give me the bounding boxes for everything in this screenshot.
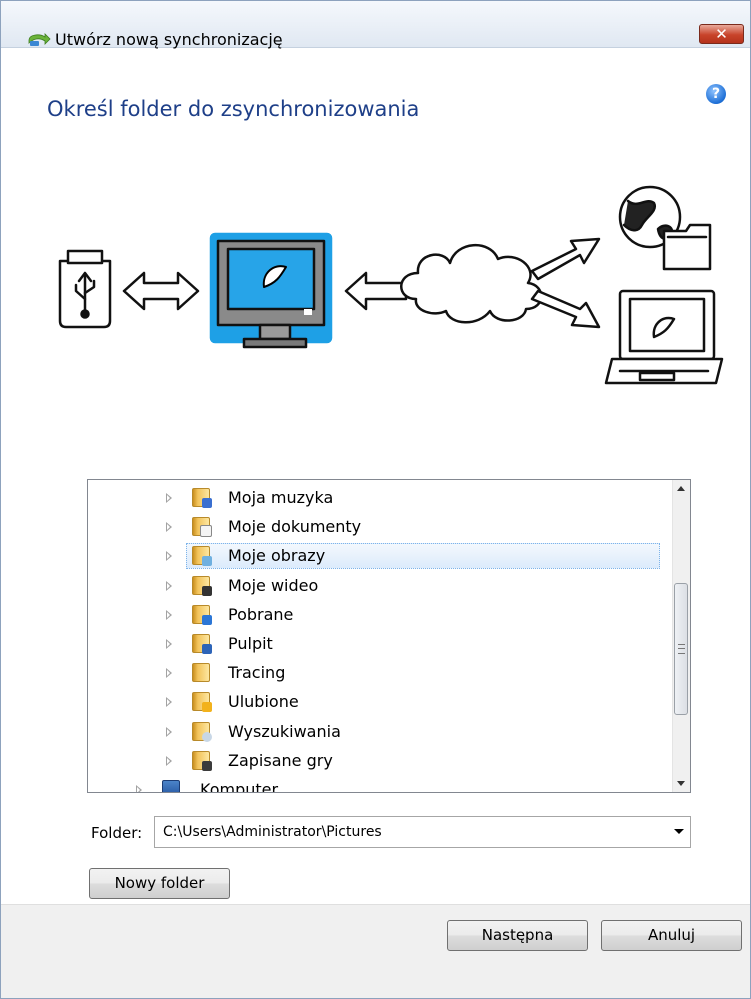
tree-item-label: Tracing bbox=[228, 663, 286, 683]
expand-arrow-icon[interactable] bbox=[166, 522, 172, 533]
laptop-icon bbox=[604, 289, 724, 385]
scroll-down-arrow-icon[interactable] bbox=[673, 775, 690, 792]
computer-icon bbox=[209, 232, 333, 349]
next-button[interactable]: Następna bbox=[447, 920, 588, 951]
tree-item-moje-dokumenty[interactable]: Moje dokumenty bbox=[88, 513, 668, 542]
expand-arrow-icon[interactable] bbox=[166, 580, 172, 591]
sync-illustration bbox=[58, 185, 724, 385]
close-button[interactable]: ✕ bbox=[699, 24, 744, 44]
window-title: Utwórz nową synchronizację bbox=[55, 30, 283, 49]
sync-app-icon bbox=[28, 33, 51, 46]
help-icon[interactable]: ? bbox=[706, 84, 726, 104]
expand-arrow-icon[interactable] bbox=[166, 726, 172, 737]
computer-icon bbox=[162, 779, 180, 792]
tree-item-moje-wideo[interactable]: Moje wideo bbox=[88, 572, 668, 601]
expand-arrow-icon[interactable] bbox=[136, 784, 142, 792]
folder-path-value: C:\Users\Administrator\Pictures bbox=[163, 824, 382, 840]
close-icon: ✕ bbox=[715, 25, 728, 43]
tree-item-zapisane-gry[interactable]: Zapisane gry bbox=[88, 747, 668, 776]
downloads-folder-icon bbox=[192, 604, 212, 625]
folder-icon bbox=[662, 223, 712, 271]
favorites-folder-icon bbox=[192, 692, 212, 713]
double-arrow-icon bbox=[122, 271, 200, 311]
tree-item-label: Ulubione bbox=[228, 692, 299, 712]
new-folder-button[interactable]: Nowy folder bbox=[89, 868, 230, 899]
scroll-up-arrow-icon[interactable] bbox=[673, 480, 690, 497]
title-bar: Utwórz nową synchronizację ✕ bbox=[1, 1, 750, 49]
video-folder-icon bbox=[192, 575, 212, 596]
cancel-button[interactable]: Anuluj bbox=[601, 920, 742, 951]
tree-item-label: Moje obrazy bbox=[228, 546, 326, 566]
expand-arrow-icon[interactable] bbox=[166, 609, 172, 620]
expand-arrow-icon[interactable] bbox=[166, 551, 172, 562]
expand-arrow-icon[interactable] bbox=[166, 697, 172, 708]
tree-item-label: Pobrane bbox=[228, 604, 294, 624]
tree-item-pulpit[interactable]: Pulpit bbox=[88, 630, 668, 659]
folder-path-label: Folder: bbox=[91, 824, 143, 842]
music-folder-icon bbox=[192, 488, 212, 508]
dialog-footer: Następna Anuluj bbox=[1, 904, 750, 998]
tree-item-label: Moje dokumenty bbox=[228, 517, 362, 537]
folder-icon bbox=[192, 663, 210, 683]
pictures-folder-icon bbox=[192, 546, 212, 567]
tree-item-ulubione[interactable]: Ulubione bbox=[88, 688, 668, 717]
chevron-down-icon[interactable] bbox=[674, 829, 684, 834]
cloud-icon bbox=[400, 243, 543, 324]
documents-folder-icon bbox=[192, 517, 212, 538]
saved-games-folder-icon bbox=[192, 750, 212, 771]
usb-drive-icon bbox=[58, 249, 112, 329]
scrollbar-thumb[interactable] bbox=[674, 583, 688, 715]
tree-item-moja-muzyka[interactable]: Moja muzyka bbox=[88, 484, 668, 513]
tree-item-wyszukiwania[interactable]: Wyszukiwania bbox=[88, 718, 668, 747]
tree-item-label: Zapisane gry bbox=[228, 750, 333, 770]
dialog-window: Utwórz nową synchronizację ✕ ? Określ fo… bbox=[0, 0, 751, 999]
page-heading: Określ folder do zsynchronizowania bbox=[47, 97, 420, 121]
tree-item-label: Wyszukiwania bbox=[228, 721, 341, 741]
tree-item-label: Moje wideo bbox=[228, 575, 319, 595]
expand-arrow-icon[interactable] bbox=[166, 755, 172, 766]
arrows-out-icon bbox=[530, 237, 601, 329]
tree-item-moje-obrazy[interactable]: Moje obrazy bbox=[88, 542, 668, 571]
vertical-scrollbar[interactable] bbox=[672, 480, 690, 792]
tree-item-pobrane[interactable]: Pobrane bbox=[88, 601, 668, 630]
tree-item-komputer[interactable]: Komputer bbox=[88, 776, 668, 793]
expand-arrow-icon[interactable] bbox=[166, 493, 172, 503]
folder-tree[interactable]: Moja muzyka Moje dokumenty Moje obrazy M… bbox=[87, 479, 691, 793]
searches-folder-icon bbox=[192, 721, 212, 742]
tree-item-label: Moja muzyka bbox=[228, 488, 334, 507]
tree-item-label: Pulpit bbox=[228, 633, 273, 653]
expand-arrow-icon[interactable] bbox=[166, 638, 172, 649]
left-arrow-icon bbox=[344, 271, 408, 311]
expand-arrow-icon[interactable] bbox=[166, 668, 172, 679]
tree-item-label: Komputer bbox=[200, 779, 279, 793]
desktop-folder-icon bbox=[192, 633, 212, 654]
folder-path-combobox[interactable]: C:\Users\Administrator\Pictures bbox=[154, 816, 691, 848]
tree-item-tracing[interactable]: Tracing bbox=[88, 659, 668, 688]
grip-icon bbox=[678, 644, 685, 654]
